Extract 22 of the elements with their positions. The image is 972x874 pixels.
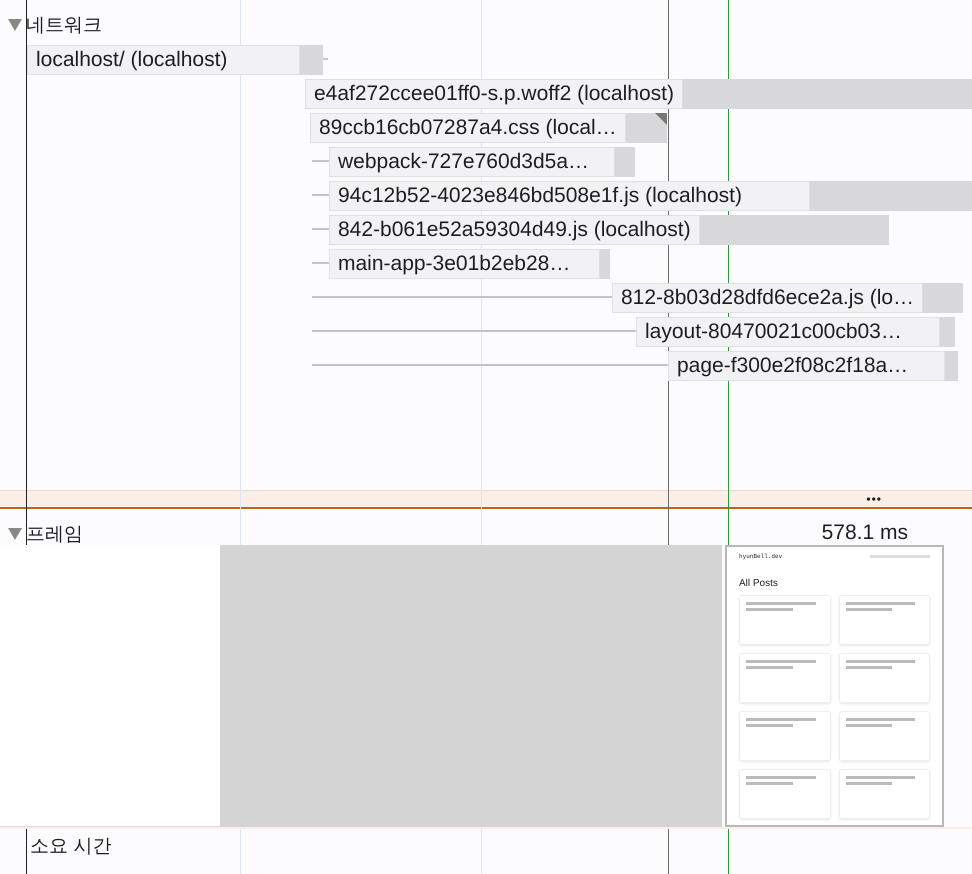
request-bar[interactable]: layout-80470021c00cb03… — [636, 317, 955, 347]
expanded-triangle-icon[interactable] — [8, 528, 22, 540]
request-bar[interactable]: e4af272ccee01ff0-s.p.woff2 (localhost) — [305, 79, 972, 109]
timing-whisker — [312, 194, 329, 196]
request-bar[interactable]: 89ccb16cb07287a4.css (local… — [310, 113, 667, 143]
section-title: 소요 시간 — [30, 836, 112, 857]
frame-duration: 578.1 ms — [822, 521, 908, 545]
timing-whisker — [312, 160, 329, 162]
request-bar[interactable]: 94c12b52-4023e846bd508e1f.js (localhost) — [329, 181, 972, 211]
request-bar[interactable]: webpack-727e760d3d5a… — [329, 147, 635, 177]
request-bar[interactable]: main-app-3e01b2eb28… — [329, 249, 610, 279]
request-bar[interactable]: 812-8b03d28dfd6ece2a.js (lo… — [612, 283, 963, 313]
timing-whisker — [312, 228, 329, 230]
page-heading: All Posts — [739, 578, 779, 589]
expanded-triangle-icon[interactable] — [8, 19, 22, 31]
section-title: 프레임 — [26, 523, 83, 547]
timing-whisker — [312, 262, 329, 264]
request-bar[interactable]: localhost/ (localhost) — [27, 45, 323, 75]
section-title: 네트워크 — [26, 14, 102, 38]
request-bar[interactable]: page-f300e2f08c2f18a… — [668, 351, 958, 381]
request-bar[interactable]: 842-b061e52a59304d49.js (localhost) — [329, 215, 889, 245]
more-button[interactable]: ••• — [866, 492, 882, 506]
